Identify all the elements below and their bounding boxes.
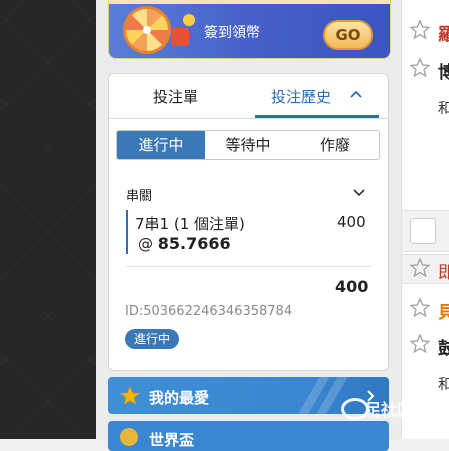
odds-value: 85.7666 (157, 234, 231, 253)
betslip-panel: 投注單 投注歷史 進行中 等待中 作廢 串關 7串1 (1 個注單) 400 @… (108, 73, 389, 371)
go-button[interactable]: GO (323, 20, 373, 50)
selection-accent-bar (126, 210, 128, 254)
coin-icon (183, 14, 195, 26)
match-subtext: 和 (438, 377, 449, 393)
tab-betslip[interactable]: 投注單 (153, 86, 198, 107)
status-badge: 進行中 (125, 329, 180, 349)
match-subtext: 和 (438, 101, 449, 117)
star-icon[interactable] (410, 20, 430, 40)
tab-divider (109, 118, 388, 119)
background-pattern (0, 0, 96, 439)
filter-void[interactable]: 作廢 (291, 131, 379, 159)
watermark-logo: 足社区 BOSSHEQU (341, 392, 441, 422)
star-icon (120, 386, 140, 405)
wheel-icon (123, 6, 171, 54)
bet-id: ID:503662246346358784 (125, 304, 293, 319)
star-icon[interactable] (410, 298, 430, 318)
selection-stake: 400 (337, 213, 366, 231)
bet-type-label: 串關 (126, 189, 153, 204)
filter-in-progress[interactable]: 進行中 (117, 131, 205, 159)
star-icon[interactable] (410, 258, 430, 278)
chevron-down-icon[interactable] (352, 187, 366, 197)
match-title[interactable]: 貝 (438, 298, 449, 323)
match-title[interactable]: 鼓 (438, 334, 449, 359)
chevron-up-icon[interactable] (349, 89, 363, 99)
match-title[interactable]: 即 (438, 258, 449, 283)
odds-prefix: @ (138, 235, 153, 253)
world-cup-label: 世界盃 (149, 431, 195, 449)
selection-description: 7串1 (1 個注單) (135, 215, 245, 233)
promo-text: 簽到領幣 (204, 25, 260, 41)
tab-bet-history[interactable]: 投注歷史 (271, 86, 331, 107)
checkin-promo-banner[interactable]: 簽到領幣 GO (108, 0, 391, 59)
selection-odds: @ 85.7666 (138, 234, 231, 253)
trophy-icon (120, 428, 138, 446)
divider (126, 266, 372, 267)
match-title[interactable]: 羅 (438, 20, 449, 45)
star-icon[interactable] (410, 58, 430, 78)
watermark-subtext: BOSSHEQU (369, 412, 417, 420)
world-cup-bar[interactable]: 世界盃 (108, 421, 389, 451)
match-title[interactable]: 博 (438, 58, 449, 83)
star-icon[interactable] (410, 334, 430, 354)
match-list-panel: 羅 博 和 即 貝 鼓 和 (401, 0, 449, 439)
gift-icon (171, 28, 189, 46)
team-badge-icon (410, 218, 436, 244)
status-filter-group: 進行中 等待中 作廢 (116, 130, 380, 160)
promo-top-strip (109, 0, 390, 4)
total-stake: 400 (335, 277, 369, 296)
filter-pending[interactable]: 等待中 (205, 131, 291, 159)
favorites-label: 我的最愛 (149, 389, 210, 407)
